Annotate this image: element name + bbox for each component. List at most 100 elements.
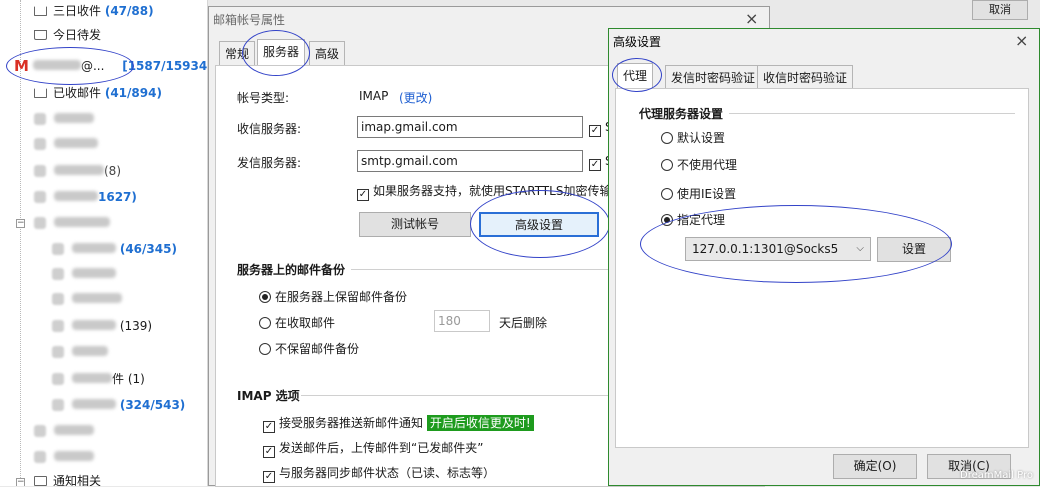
backup-section-title: 服务器上的邮件备份 [237,263,346,277]
account-type-label: 帐号类型: [237,91,290,105]
folder-icon [52,293,64,305]
blurred-label [72,268,116,278]
expand-toggle[interactable]: − [16,478,25,486]
blurred-label [54,425,94,435]
tree-label: 件 (1) [112,372,145,386]
proxy-ie-radio[interactable]: 使用IE设置 [661,185,736,202]
blurred-label [72,346,108,356]
backup-keep-radio[interactable]: 在服务器上保留邮件备份 [259,288,407,305]
tree-item-blurred-group[interactable] [34,212,110,234]
tree-item-blurred[interactable]: (8) [34,160,121,182]
collapse-toggle[interactable]: − [16,219,25,228]
highlight-ellipse-advanced-button [470,190,610,258]
blurred-label [72,293,122,303]
tree-count: (46/345) [119,242,177,256]
checkbox: ✓ [263,471,275,483]
tree-item-blurred[interactable] [52,341,108,363]
folder-icon [34,451,46,463]
tree-item-blurred[interactable]: (46/345) [52,238,177,260]
radio [661,132,673,144]
highlight-ellipse-server-tab [242,30,310,76]
folder-icon [52,346,64,358]
tab-receive-auth[interactable]: 收信时密码验证 [757,65,854,89]
highlight-ellipse-proxy-tab [612,58,662,92]
outgoing-server-input[interactable]: smtp.gmail.com [357,150,583,172]
tree-item-today-outbox[interactable]: 今日待发 [34,24,101,46]
imap-upload-sent-checkbox[interactable]: ✓ 发送邮件后，上传邮件到“已发邮件夹” [263,439,483,458]
blurred-label [54,138,98,148]
imap-push-checkbox[interactable]: ✓ 接受服务器推送新邮件通知 开启后收信更及时! [263,414,534,433]
inbox-icon [34,88,47,98]
radio-label: 不使用代理 [677,158,738,172]
tree-count: (324/543) [119,398,186,412]
delete-days-input[interactable]: 180 [434,310,490,332]
tab-advanced[interactable]: 高级 [309,41,346,65]
checkbox: ✓ [357,189,369,201]
proxy-default-radio[interactable]: 默认设置 [661,129,725,146]
blurred-label [54,113,94,123]
checkbox: ✓ [263,446,275,458]
tree-label: 今日待发 [53,28,102,42]
close-icon[interactable]: × [745,9,758,29]
change-account-type-link[interactable]: (更改) [399,89,432,106]
blurred-label [54,217,110,227]
inbox-icon [34,6,47,16]
account-type-value: IMAP [359,89,389,103]
tree-item-three-day[interactable]: 三日收件 (47/88) [34,0,154,22]
tree-item-blurred[interactable]: (139) [52,315,152,337]
imap-sync-checkbox[interactable]: ✓ 与服务器同步邮件状态（已读、标志等） [263,464,495,483]
tree-item-blurred[interactable]: (324/543) [52,394,185,416]
folder-icon [52,320,64,332]
tree-item-blurred[interactable] [52,288,122,310]
tree-item-blurred[interactable] [34,420,94,442]
folder-icon [52,243,64,255]
section-divider [729,113,1015,114]
tab-send-auth[interactable]: 发信时密码验证 [665,65,762,89]
tree-item-received[interactable]: 已收邮件 (41/894) [34,82,162,104]
blurred-label [54,451,94,461]
radio [259,291,271,303]
folder-icon [34,425,46,437]
tree-item-blurred[interactable] [34,446,94,468]
proxy-none-radio[interactable]: 不使用代理 [661,156,737,173]
blurred-label [72,399,116,409]
tree-item-blurred[interactable] [52,263,116,285]
tree-label: 已收邮件 [53,86,102,100]
backup-none-radio[interactable]: 不保留邮件备份 [259,340,359,357]
days-suffix-label: 天后删除 [499,316,548,330]
radio-label: 使用IE设置 [677,187,737,201]
radio [259,317,271,329]
ok-button[interactable]: 确定(O) [833,454,917,479]
highlight-ellipse-account [6,47,134,85]
tree-item-blurred[interactable] [34,108,94,130]
checkbox-label: 与服务器同步邮件状态（已读、标志等） [279,466,496,480]
radio-label: 在服务器上保留邮件备份 [275,290,408,304]
folder-icon [52,399,64,411]
watermark: DreamMail Pro [960,470,1033,481]
test-account-button[interactable]: 测试帐号 [359,212,471,237]
folder-icon [34,191,46,203]
folder-icon [34,476,47,486]
tree-item-blurred[interactable]: 1627) [34,186,137,208]
checkbox: ✓ [589,159,601,171]
incoming-server-input[interactable]: imap.gmail.com [357,116,583,138]
tree-item-notifications[interactable]: 通知相关 [34,470,101,486]
outbox-icon [34,30,47,40]
tree-count: (8) [104,164,121,178]
radio-label: 不保留邮件备份 [275,342,360,356]
radio-label: 在收取邮件 [275,316,336,330]
background-cancel-button[interactable]: 取消 [972,0,1028,20]
blurred-label [72,243,116,253]
imap-section-title: IMAP 选项 [237,389,300,403]
tree-item-blurred[interactable] [34,133,98,155]
folder-icon [34,138,46,150]
tree-count: 1627) [98,190,137,204]
tree-label: 通知相关 [53,474,102,486]
close-icon[interactable]: × [1015,31,1028,51]
backup-delete-radio[interactable]: 在收取邮件 [259,314,335,331]
tree-item-blurred[interactable]: 件 (1) [52,368,145,390]
highlight-ellipse-proxy-config [640,205,952,283]
tree-label: 三日收件 [53,4,102,18]
outgoing-server-label: 发信服务器: [237,156,302,170]
checkbox-label: 发送邮件后，上传邮件到“已发邮件夹” [279,441,484,455]
